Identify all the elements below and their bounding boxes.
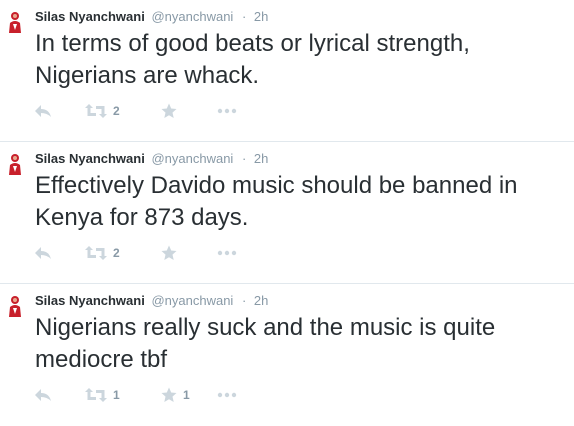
more-icon <box>217 250 237 256</box>
reply-icon <box>35 247 51 259</box>
more-button[interactable] <box>217 101 237 121</box>
favorite-icon <box>161 103 177 118</box>
reply-icon <box>35 105 51 117</box>
tweet-actions: 2 <box>34 101 294 121</box>
retweet-button[interactable]: 2 <box>85 101 120 121</box>
author-name[interactable]: Silas Nyanchwani <box>35 293 145 308</box>
tweet-actions: 2 <box>34 243 294 263</box>
separator: · <box>241 9 247 24</box>
tweet[interactable]: Silas Nyanchwani @nyanchwani · 2h Effect… <box>0 142 574 284</box>
timestamp[interactable]: 2h <box>254 151 268 166</box>
retweet-icon <box>85 388 107 402</box>
tweet[interactable]: Silas Nyanchwani @nyanchwani · 2h In ter… <box>0 0 574 142</box>
tweet-actions: 1 1 <box>34 385 294 405</box>
separator: · <box>241 293 247 308</box>
author-name[interactable]: Silas Nyanchwani <box>35 151 145 166</box>
retweet-icon <box>85 246 107 260</box>
favorite-count: 1 <box>183 388 190 402</box>
tweet-text: Effectively Davido music should be banne… <box>35 172 518 231</box>
timestamp[interactable]: 2h <box>254 9 268 24</box>
more-button[interactable] <box>217 385 237 405</box>
favorite-icon <box>161 245 177 260</box>
separator: · <box>241 151 247 166</box>
reply-button[interactable] <box>34 243 52 263</box>
tweet-text: In terms of good beats or lyrical streng… <box>35 30 470 89</box>
tweet-header: Silas Nyanchwani @nyanchwani · 2h <box>35 9 268 25</box>
author-handle[interactable]: @nyanchwani <box>151 151 233 166</box>
more-icon <box>217 392 237 398</box>
favorite-button[interactable] <box>161 101 183 121</box>
avatar[interactable] <box>6 294 24 318</box>
reply-icon <box>35 389 51 401</box>
favorite-button[interactable] <box>161 243 183 263</box>
timestamp[interactable]: 2h <box>254 293 268 308</box>
author-handle[interactable]: @nyanchwani <box>151 9 233 24</box>
avatar[interactable] <box>6 10 24 34</box>
tweet-header: Silas Nyanchwani @nyanchwani · 2h <box>35 151 268 167</box>
retweet-button[interactable]: 1 <box>85 385 120 405</box>
retweet-icon <box>85 104 107 118</box>
reply-button[interactable] <box>34 101 52 121</box>
retweet-button[interactable]: 2 <box>85 243 120 263</box>
tweet[interactable]: Silas Nyanchwani @nyanchwani · 2h Nigeri… <box>0 284 574 426</box>
more-button[interactable] <box>217 243 237 263</box>
retweet-count: 1 <box>113 388 120 402</box>
tweet-header: Silas Nyanchwani @nyanchwani · 2h <box>35 293 268 309</box>
tweet-text: Nigerians really suck and the music is q… <box>35 314 496 373</box>
favorite-icon <box>161 387 177 402</box>
author-name[interactable]: Silas Nyanchwani <box>35 9 145 24</box>
reply-button[interactable] <box>34 385 52 405</box>
avatar[interactable] <box>6 152 24 176</box>
favorite-button[interactable]: 1 <box>161 385 190 405</box>
author-handle[interactable]: @nyanchwani <box>151 293 233 308</box>
retweet-count: 2 <box>113 246 120 260</box>
more-icon <box>217 108 237 114</box>
retweet-count: 2 <box>113 104 120 118</box>
